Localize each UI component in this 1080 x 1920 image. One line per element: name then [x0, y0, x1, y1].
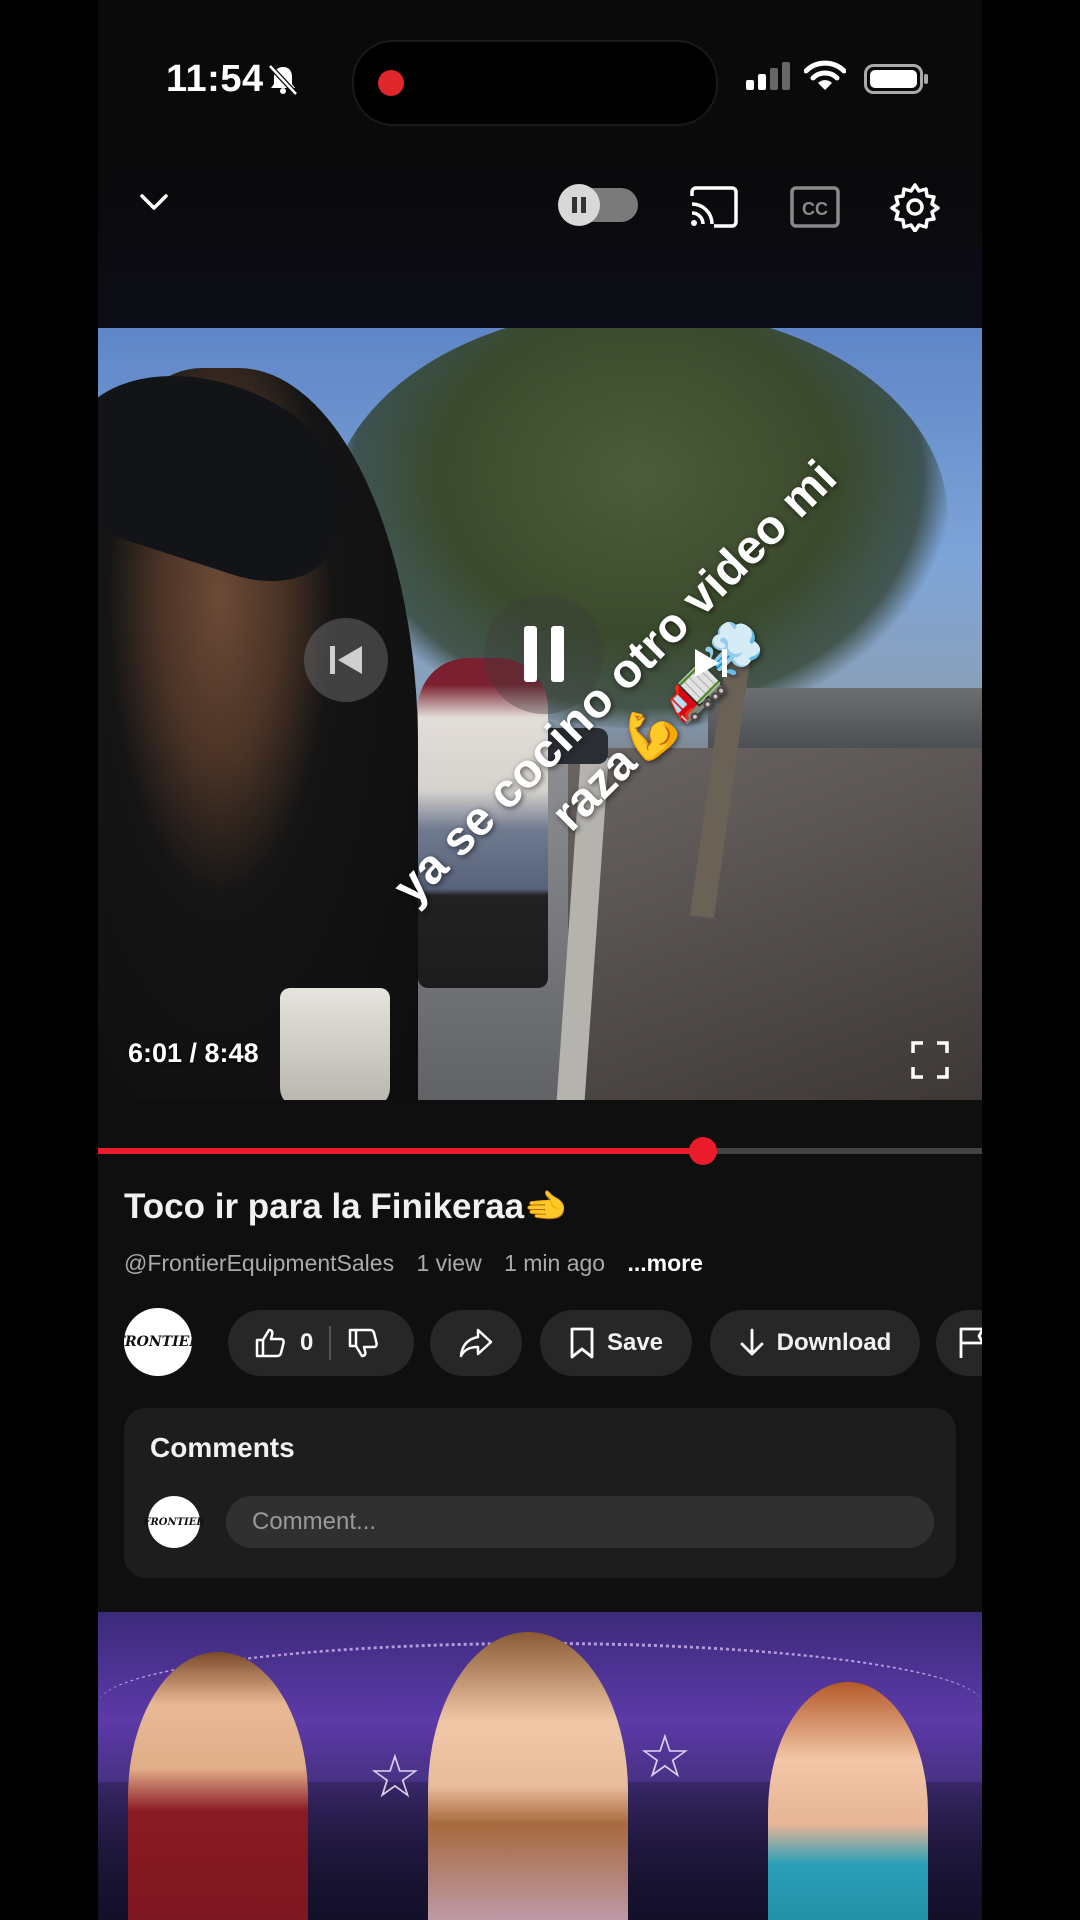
save-button[interactable]: Save	[540, 1310, 692, 1376]
recording-indicator	[378, 70, 404, 96]
video-cap	[98, 343, 369, 601]
autoplay-toggle-icon	[558, 184, 600, 226]
thumbs-down-icon[interactable]	[347, 1327, 379, 1359]
thumbs-up-icon[interactable]	[254, 1327, 286, 1359]
video-title: Toco ir para la Finikeraa🫲	[124, 1187, 568, 1226]
more-link[interactable]: ...more	[627, 1250, 702, 1276]
view-count: 1 view	[416, 1250, 482, 1276]
report-button[interactable]	[936, 1310, 982, 1376]
user-avatar-logo-text: FRONTIER	[143, 1516, 205, 1528]
skip-next-icon	[695, 649, 727, 677]
avatar-logo-text: FRONTIER	[124, 1334, 192, 1350]
channel-handle[interactable]: @FrontierEquipmentSales	[124, 1250, 394, 1276]
thumbnail-star-decoration: ☆	[368, 1743, 422, 1810]
upload-age: 1 min ago	[504, 1250, 606, 1276]
channel-avatar[interactable]: FRONTIER	[124, 1308, 192, 1376]
video-meta: @FrontierEquipmentSales 1 view 1 min ago…	[124, 1250, 719, 1277]
svg-text:CC: CC	[802, 199, 828, 219]
status-time: 11:54	[166, 58, 264, 100]
video-player[interactable]: ya se cocino otro video mi raza💪🚛💨 6:01 …	[98, 328, 982, 1100]
share-button[interactable]	[430, 1310, 522, 1376]
comments-title: Comments	[150, 1432, 295, 1463]
status-bar: 11:54	[98, 0, 982, 142]
player-toolbar: CC	[98, 142, 982, 328]
dynamic-island	[352, 40, 718, 126]
pause-button[interactable]	[484, 594, 604, 714]
action-bar: FRONTIER 0 Save Down	[124, 1308, 982, 1378]
wifi-icon	[804, 60, 846, 90]
app-screen: 11:54 CC ya se cocino otro video mi raza…	[98, 0, 982, 1920]
thumbnail-star-decoration: ☆	[638, 1723, 692, 1790]
like-count: 0	[300, 1329, 314, 1356]
previous-button[interactable]	[304, 618, 388, 702]
download-icon	[740, 1328, 764, 1356]
progress-played	[98, 1148, 703, 1154]
closed-captions-icon[interactable]: CC	[790, 186, 840, 228]
bookmark-icon	[570, 1327, 594, 1359]
user-avatar: FRONTIER	[143, 1496, 205, 1548]
pause-icon	[524, 626, 564, 682]
chevron-down-icon[interactable]	[136, 184, 172, 220]
share-icon	[459, 1328, 493, 1358]
download-button[interactable]: Download	[710, 1310, 920, 1376]
time-display: 6:01 / 8:48	[128, 1038, 259, 1068]
comments-panel[interactable]: Comments FRONTIER	[124, 1408, 956, 1578]
cast-icon[interactable]	[688, 186, 740, 228]
video-cup	[280, 988, 390, 1100]
gear-icon[interactable]	[890, 182, 940, 232]
next-video-thumbnail[interactable]: ☆ ☆	[98, 1612, 982, 1920]
skip-previous-icon	[330, 646, 362, 674]
bell-slash-icon	[268, 64, 298, 96]
autoplay-toggle[interactable]	[558, 184, 638, 226]
cellular-signal-icon	[746, 62, 790, 90]
comment-input[interactable]	[226, 1496, 934, 1548]
progress-bar[interactable]	[98, 1137, 982, 1165]
save-label: Save	[606, 1329, 664, 1356]
next-button[interactable]	[676, 628, 746, 698]
battery-icon	[864, 64, 928, 94]
fullscreen-icon[interactable]	[910, 1040, 950, 1080]
progress-scrubber[interactable]	[688, 1137, 717, 1165]
flag-icon	[959, 1327, 982, 1358]
like-divider	[329, 1326, 332, 1360]
like-dislike-group: 0	[228, 1310, 414, 1376]
download-label: Download	[776, 1329, 892, 1356]
